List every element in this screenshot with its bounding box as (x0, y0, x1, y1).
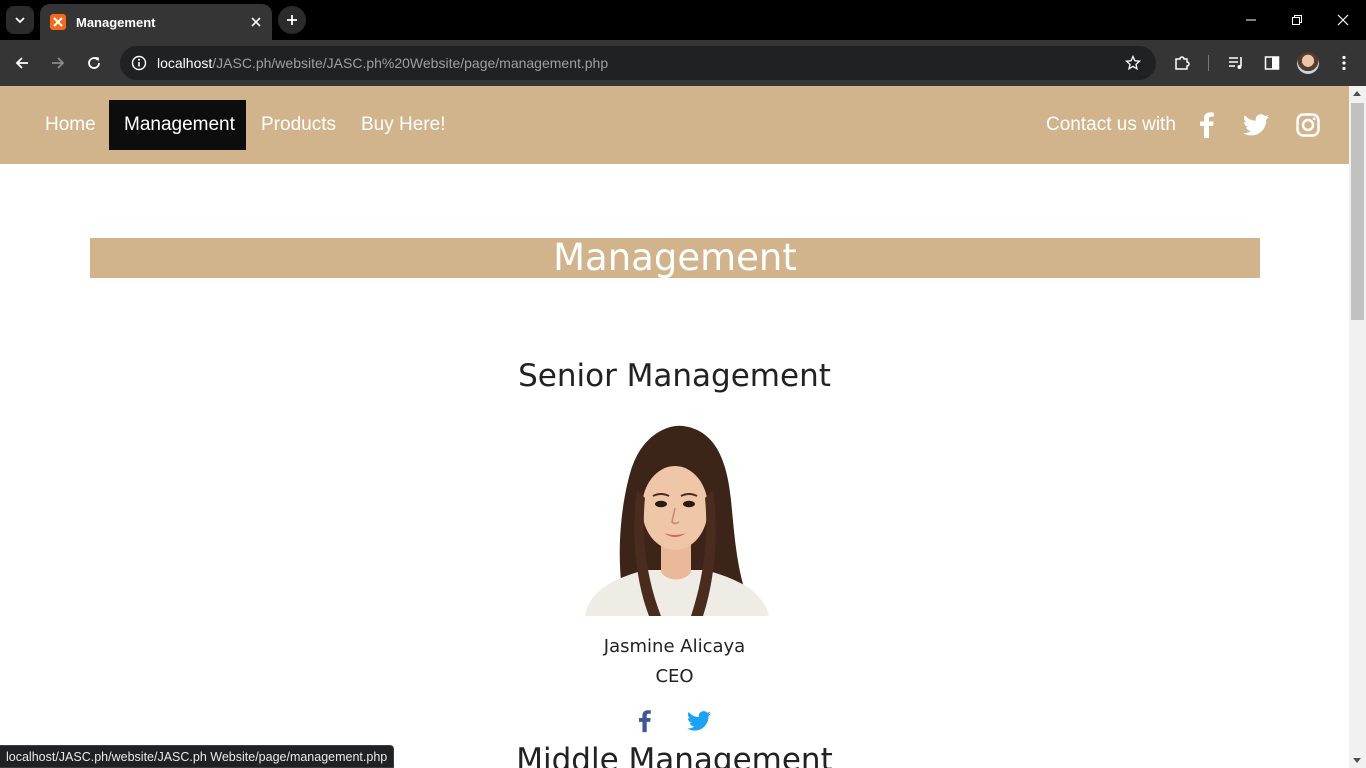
xampp-favicon-icon (50, 14, 66, 30)
profile-avatar[interactable] (1297, 52, 1319, 74)
arrow-left-icon (15, 57, 28, 69)
scroll-down-arrow-icon[interactable] (1353, 758, 1361, 763)
media-control-icon[interactable] (1224, 51, 1248, 75)
url-text[interactable]: localhost/JASC.ph/website/JASC.ph%20Webs… (157, 55, 608, 71)
page-viewport: Home Management Products Buy Here! Conta… (0, 86, 1349, 768)
plus-icon (287, 15, 297, 25)
page-title: Management (553, 236, 797, 279)
close-window-button[interactable] (1323, 6, 1363, 34)
browser-titlebar: Management (0, 0, 1366, 40)
reload-button[interactable] (80, 49, 108, 77)
chevron-down-icon (15, 17, 25, 24)
browser-tab-active[interactable]: Management (40, 4, 272, 40)
menu-kebab-icon[interactable] (1332, 51, 1356, 75)
restore-icon (1292, 15, 1302, 25)
restore-button[interactable] (1277, 6, 1317, 34)
new-tab-button[interactable] (278, 6, 306, 34)
minimize-button[interactable] (1231, 6, 1271, 34)
page-scrollbar[interactable] (1349, 86, 1366, 768)
person-role: CEO (655, 666, 694, 687)
scroll-up-arrow-icon[interactable] (1353, 91, 1361, 96)
minimize-icon (1246, 19, 1256, 21)
bookmark-star-icon[interactable] (1122, 52, 1144, 74)
person-facebook-icon[interactable] (632, 708, 658, 734)
ceo-photo (575, 420, 775, 616)
forward-button[interactable] (44, 49, 72, 77)
toolbar-divider (1208, 55, 1209, 71)
url-path: /JASC.ph/website/JASC.ph%20Website/page/… (212, 55, 609, 71)
facebook-icon[interactable] (1192, 110, 1222, 140)
link-status-bubble: localhost/JASC.ph/website/JASC.ph Websit… (0, 745, 395, 768)
tab-title: Management (76, 14, 156, 30)
page-title-banner: Management (90, 238, 1260, 278)
extensions-icon[interactable] (1170, 51, 1194, 75)
back-button[interactable] (8, 49, 36, 77)
nav-item-buy-here[interactable]: Buy Here! (346, 100, 460, 150)
instagram-icon[interactable] (1293, 110, 1323, 140)
scrollbar-thumb[interactable] (1351, 103, 1364, 320)
close-tab-icon[interactable] (246, 12, 266, 32)
nav-item-management[interactable]: Management (109, 100, 246, 150)
browser-toolbar: localhost/JASC.ph/website/JASC.ph%20Webs… (0, 40, 1366, 86)
nav-item-products[interactable]: Products (246, 100, 351, 150)
url-host: localhost (157, 55, 213, 71)
senior-management-heading: Senior Management (518, 358, 831, 394)
address-bar[interactable]: localhost/JASC.ph/website/JASC.ph%20Webs… (120, 46, 1156, 80)
site-info-icon[interactable] (128, 52, 150, 74)
person-name: Jasmine Alicaya (603, 636, 746, 657)
contact-label: Contact us with (1046, 114, 1176, 135)
twitter-icon[interactable] (1241, 110, 1271, 140)
site-navbar: Home Management Products Buy Here! Conta… (0, 86, 1349, 164)
tab-search-button[interactable] (6, 6, 34, 34)
close-icon (1337, 14, 1349, 26)
arrow-right-icon (52, 57, 65, 69)
side-panel-icon[interactable] (1260, 51, 1284, 75)
nav-item-home[interactable]: Home (30, 100, 111, 150)
person-twitter-icon[interactable] (686, 708, 712, 734)
reload-icon (88, 57, 100, 69)
